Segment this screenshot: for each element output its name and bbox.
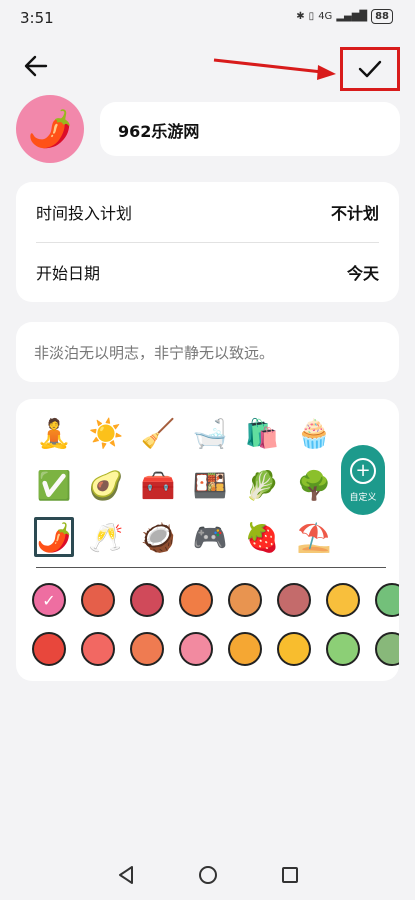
back-button[interactable] bbox=[22, 52, 50, 80]
time-plan-label: 时间投入计划 bbox=[36, 204, 133, 223]
sun-icon[interactable]: ☀️ bbox=[86, 413, 126, 453]
check-icon bbox=[358, 60, 382, 78]
color-swatch[interactable] bbox=[130, 583, 164, 617]
network-type: 4G bbox=[318, 11, 333, 22]
signal-icon: ▂▄▆█ bbox=[336, 11, 368, 22]
bluetooth-icon: ✱ bbox=[296, 11, 305, 22]
color-swatch[interactable] bbox=[228, 583, 262, 617]
cupcake-icon[interactable]: 🧁 bbox=[294, 413, 334, 453]
start-date-value: 今天 bbox=[346, 264, 379, 283]
status-time: 3:51 bbox=[20, 9, 54, 27]
status-bar: 3:51 ✱ ▯ 4G ▂▄▆█ 88 bbox=[0, 0, 415, 36]
color-swatch[interactable] bbox=[326, 632, 360, 666]
settings-card: 时间投入计划 不计划 开始日期 今天 bbox=[16, 182, 399, 302]
color-swatch[interactable] bbox=[277, 583, 311, 617]
check-badge-icon[interactable]: ✅ bbox=[34, 465, 74, 505]
color-swatch[interactable] bbox=[179, 632, 213, 666]
color-swatch[interactable] bbox=[277, 632, 311, 666]
color-swatch[interactable] bbox=[375, 583, 399, 617]
plus-icon: + bbox=[350, 457, 376, 484]
arrow-left-icon bbox=[24, 55, 48, 77]
status-icons: ✱ ▯ 4G ▂▄▆█ 88 bbox=[296, 9, 393, 24]
custom-icon-button[interactable]: + 自定义 bbox=[341, 445, 385, 515]
square-recents-icon[interactable] bbox=[279, 864, 301, 886]
vibrate-icon: ▯ bbox=[308, 11, 315, 22]
leaf-icon[interactable]: 🥬 bbox=[242, 465, 282, 505]
bathtub-icon[interactable]: 🛁 bbox=[190, 413, 230, 453]
color-swatch[interactable] bbox=[228, 632, 262, 666]
time-plan-row[interactable]: 时间投入计划 不计划 bbox=[36, 182, 379, 242]
project-name-text: 962乐游网 bbox=[118, 122, 200, 141]
avocado-icon[interactable]: 🥑 bbox=[86, 465, 126, 505]
color-swatch[interactable] bbox=[32, 632, 66, 666]
color-swatch[interactable]: ✓ bbox=[32, 583, 66, 617]
gamepad-icon[interactable]: 🎮 bbox=[190, 517, 230, 557]
beach-umbrella-icon[interactable]: ⛱️ bbox=[294, 517, 334, 557]
cleaning-icon[interactable]: 🧹 bbox=[138, 413, 178, 453]
start-date-row[interactable]: 开始日期 今天 bbox=[36, 242, 379, 302]
chili-pepper-icon: 🌶️ bbox=[27, 109, 73, 150]
battery-indicator: 88 bbox=[371, 9, 393, 24]
system-nav-bar bbox=[0, 850, 415, 900]
color-swatch[interactable] bbox=[130, 632, 164, 666]
color-swatch[interactable] bbox=[81, 632, 115, 666]
coconut-drink-icon[interactable]: 🥥 bbox=[138, 517, 178, 557]
color-swatch[interactable] bbox=[375, 632, 399, 666]
circle-home-icon[interactable] bbox=[197, 864, 219, 886]
picker-divider bbox=[36, 567, 386, 568]
toast-icon[interactable]: 🥂 bbox=[86, 517, 126, 557]
start-date-label: 开始日期 bbox=[36, 264, 101, 283]
bento-icon[interactable]: 🍱 bbox=[190, 465, 230, 505]
color-swatch[interactable] bbox=[326, 583, 360, 617]
motto-field[interactable]: 非淡泊无以明志，非宁静无以致远。 bbox=[16, 322, 399, 382]
color-swatch[interactable] bbox=[179, 583, 213, 617]
time-plan-value: 不计划 bbox=[330, 204, 379, 223]
trees-icon[interactable]: 🌳 bbox=[294, 465, 334, 505]
meditation-icon[interactable]: 🧘 bbox=[34, 413, 74, 453]
project-name-field[interactable]: 962乐游网 bbox=[100, 102, 400, 156]
chili-pepper-icon[interactable]: 🌶️ bbox=[34, 517, 74, 557]
shopping-bag-icon[interactable]: 🛍️ bbox=[242, 413, 282, 453]
strawberry-icon[interactable]: 🍓 bbox=[242, 517, 282, 557]
annotation-arrow bbox=[213, 58, 336, 80]
custom-label: 自定义 bbox=[349, 492, 377, 503]
toolbox-icon[interactable]: 🧰 bbox=[138, 465, 178, 505]
project-avatar[interactable]: 🌶️ bbox=[16, 95, 84, 163]
motto-text: 非淡泊无以明志，非宁静无以致远。 bbox=[34, 344, 275, 362]
triangle-back-icon[interactable] bbox=[115, 864, 137, 886]
confirm-button[interactable] bbox=[340, 47, 400, 91]
color-swatch[interactable] bbox=[81, 583, 115, 617]
icon-color-picker: 🧘 ☀️ 🧹 🛁 🛍️ 🧁 ✅ 🥑 🧰 🍱 🥬 🌳 🌶️ 🥂 🥥 🎮 🍓 ⛱️ + 自定义 ✓ bbox=[16, 399, 399, 681]
